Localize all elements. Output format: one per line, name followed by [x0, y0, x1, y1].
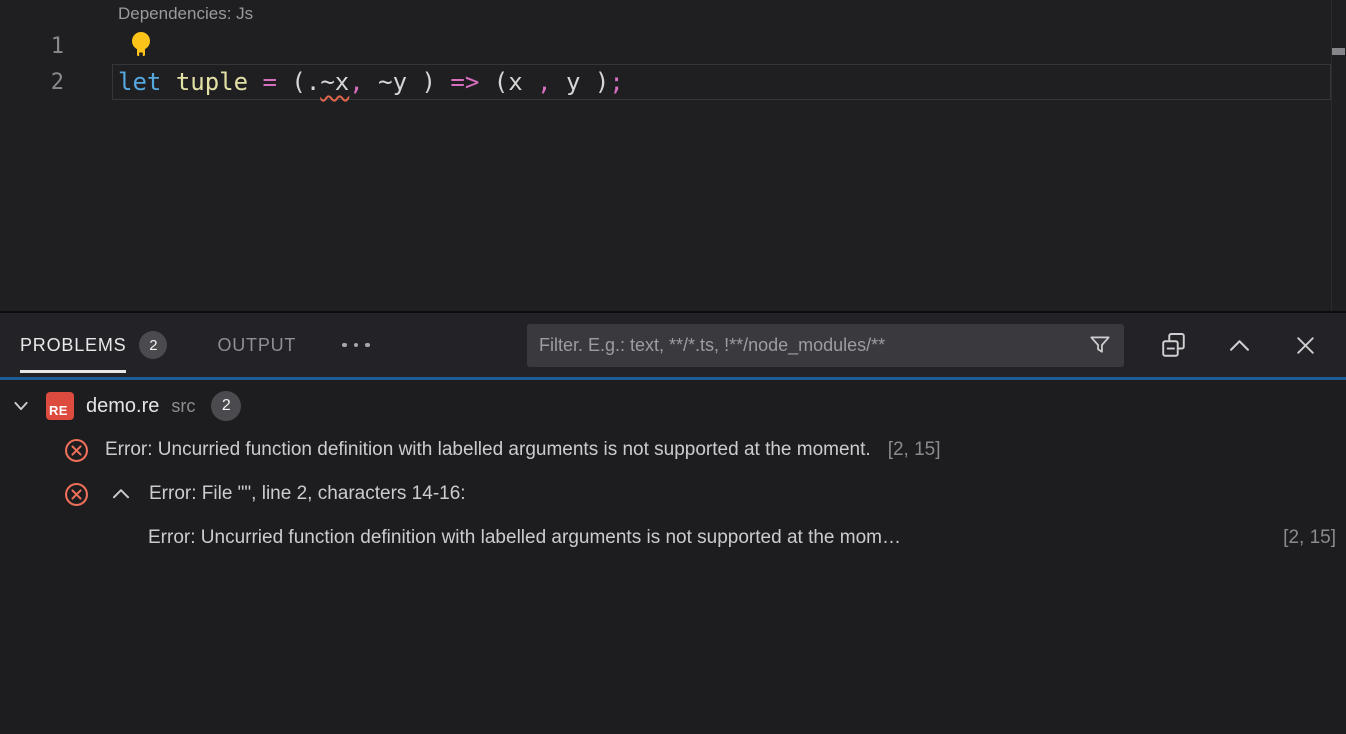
- problems-panel: RE demo.re src 2 Error: Uncurried functi…: [0, 380, 1346, 734]
- problem-row[interactable]: Error: File "", line 2, characters 14-16…: [0, 472, 1346, 516]
- problem-row-continuation[interactable]: Error: Uncurried function definition wit…: [0, 516, 1346, 560]
- problem-message: Error: Uncurried function definition wit…: [148, 527, 901, 549]
- problem-position: [2, 15]: [1283, 527, 1346, 549]
- tab-problems-label: PROBLEMS: [20, 313, 126, 377]
- code-token: let: [118, 68, 161, 96]
- code-token: [248, 68, 262, 96]
- code-token: [277, 68, 291, 96]
- code-token: y ): [552, 68, 610, 96]
- problem-row[interactable]: Error: Uncurried function definition wit…: [0, 428, 1346, 472]
- maximize-panel-icon[interactable]: [1224, 330, 1254, 360]
- collapse-all-icon[interactable]: [1158, 330, 1188, 360]
- code-token: ,: [537, 68, 551, 96]
- code-token: =: [263, 68, 277, 96]
- editor-scrollbar[interactable]: [1331, 0, 1346, 311]
- file-path: src: [171, 396, 195, 417]
- tab-problems[interactable]: PROBLEMS 2: [20, 313, 167, 377]
- problem-position: [2, 15]: [888, 439, 941, 461]
- problems-count-badge: 2: [139, 331, 167, 359]
- problem-message: Error: Uncurried function definition wit…: [105, 439, 871, 461]
- code-token: (.: [291, 68, 320, 96]
- filter-input[interactable]: [539, 335, 1085, 356]
- code-token: ,: [349, 68, 363, 96]
- funnel-icon[interactable]: [1085, 330, 1115, 360]
- close-panel-icon[interactable]: [1290, 330, 1320, 360]
- lightbulb-icon[interactable]: [130, 31, 152, 59]
- vscode-window: Dependencies: Js 1 2 let tuple = (.~x, ~…: [0, 0, 1346, 734]
- code-line[interactable]: let tuple = (.~x, ~y ) => (x , y );: [118, 66, 624, 99]
- line-number-1[interactable]: 1: [0, 34, 64, 59]
- line-number-2[interactable]: 2: [0, 70, 64, 95]
- problem-message: Error: File "", line 2, characters 14-16…: [149, 483, 466, 505]
- code-token: ;: [609, 68, 623, 96]
- editor-pane[interactable]: Dependencies: Js 1 2 let tuple = (.~x, ~…: [0, 0, 1346, 311]
- code-token-error-squiggle: ~x: [320, 68, 349, 96]
- collapse-multiline-icon[interactable]: [108, 481, 134, 507]
- tab-output-label: OUTPUT: [217, 313, 296, 377]
- scrollbar-thumb[interactable]: [1332, 48, 1345, 55]
- problems-file-row[interactable]: RE demo.re src 2: [0, 384, 1346, 428]
- file-problems-count-badge: 2: [211, 391, 241, 421]
- problems-filter-box[interactable]: [527, 324, 1124, 367]
- tab-output[interactable]: OUTPUT: [217, 313, 296, 377]
- file-name: demo.re: [86, 395, 159, 418]
- error-icon: [63, 437, 90, 464]
- chevron-down-icon[interactable]: [10, 395, 32, 417]
- panel-actions: [1158, 330, 1320, 360]
- more-views-icon[interactable]: [342, 331, 370, 359]
- reason-file-icon-text: RE: [49, 403, 68, 418]
- error-icon: [63, 481, 90, 508]
- code-token: =>: [450, 68, 479, 96]
- code-token: tuple: [176, 68, 248, 96]
- code-token: ~y ): [364, 68, 451, 96]
- code-token: [161, 68, 175, 96]
- codelens-link[interactable]: Dependencies: Js: [118, 4, 253, 24]
- code-token: (x: [479, 68, 537, 96]
- reason-file-icon: RE: [46, 392, 74, 420]
- panel-header: PROBLEMS 2 OUTPUT: [0, 313, 1346, 380]
